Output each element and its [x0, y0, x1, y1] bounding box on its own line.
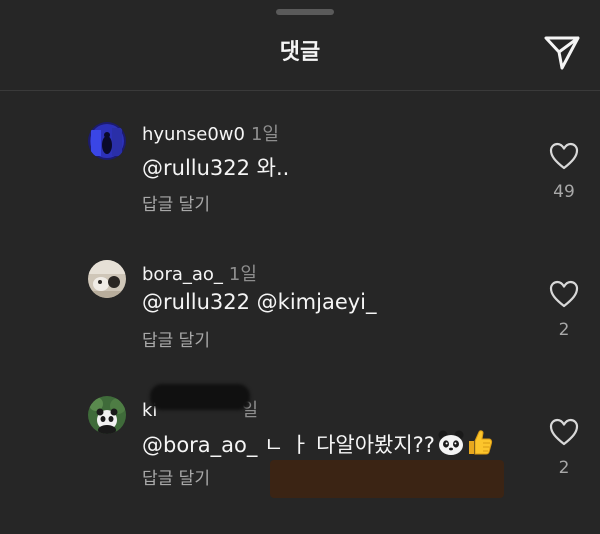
- redaction-mark: [270, 460, 504, 498]
- heart-icon: [549, 280, 579, 308]
- redaction-mark: [150, 384, 250, 410]
- like-count: 49: [553, 182, 575, 202]
- comment-header: hyunse0w0 1일: [142, 120, 279, 146]
- timestamp: 1일: [250, 124, 279, 145]
- heart-icon: [549, 418, 579, 446]
- panda-emoji: [437, 430, 465, 461]
- comment-item: hyunse0w0 1일 @rullu322 와.. 답글 달기 49: [0, 112, 600, 232]
- like-button[interactable]: [549, 142, 579, 170]
- like-count: 2: [558, 320, 570, 340]
- username[interactable]: hyunse0w0: [142, 124, 245, 145]
- header-divider: [0, 90, 600, 91]
- like-button[interactable]: [549, 280, 579, 308]
- share-button[interactable]: [540, 30, 584, 74]
- avatar[interactable]: [88, 396, 126, 434]
- reply-button[interactable]: 답글 달기: [142, 190, 210, 215]
- reply-button[interactable]: 답글 달기: [142, 326, 210, 351]
- avatar[interactable]: [88, 260, 126, 298]
- page-title: 댓글: [279, 40, 321, 65]
- username[interactable]: bora_ao_: [142, 264, 223, 285]
- paper-plane-icon: [544, 36, 580, 70]
- drag-handle[interactable]: [276, 9, 334, 15]
- comment-item: bora_ao_ 1일 @rullu322 @kimjaeyi_ 답글 달기 2: [0, 252, 600, 372]
- like-button[interactable]: [549, 418, 579, 446]
- comment-text: @rullu322 와..: [142, 156, 290, 180]
- comments-sheet: 댓글 hyunse0w0 1일 @rullu322 와.. 답글 달기 49 b…: [0, 0, 600, 534]
- like-count: 2: [558, 458, 570, 478]
- comment-text: @bora_ao_ ㄴ ㅏ 다알아봤지??: [142, 428, 493, 461]
- comment-text: @rullu322 @kimjaeyi_: [142, 290, 377, 314]
- avatar[interactable]: [88, 122, 126, 160]
- thumbs-up-emoji: [465, 428, 493, 461]
- comment-header: bora_ao_ 1일: [142, 260, 257, 286]
- reply-button[interactable]: 답글 달기: [142, 464, 210, 489]
- comment-text-body: @bora_ao_ ㄴ ㅏ 다알아봤지??: [142, 433, 435, 457]
- timestamp: 1일: [228, 264, 257, 285]
- heart-icon: [549, 142, 579, 170]
